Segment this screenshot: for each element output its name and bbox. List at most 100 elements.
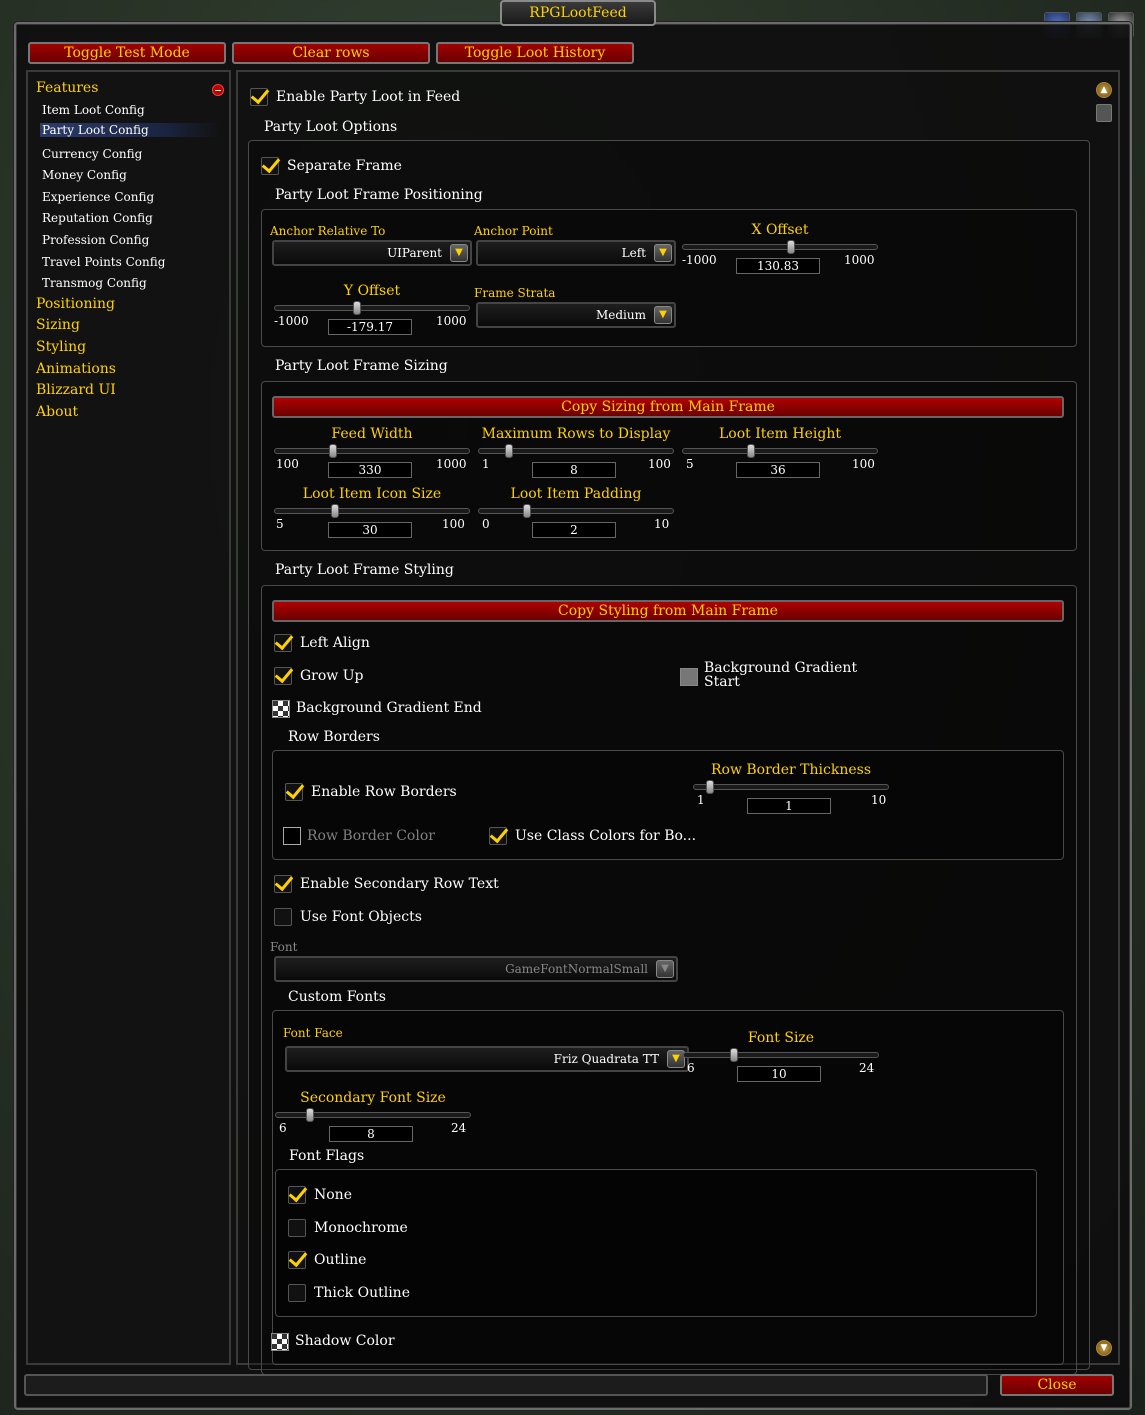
frame-strata-value: Medium [595,308,646,322]
shadow-color-label: Shadow Color [295,1333,395,1349]
grow-up-checkbox[interactable] [274,667,292,685]
enable-row-borders-checkbox[interactable] [285,783,303,801]
scroll-thumb[interactable] [1096,104,1112,122]
sidebar-item-blizzard-ui[interactable]: Blizzard UI [36,382,116,398]
anchor-relative-dropdown[interactable]: UIParent ▼ [272,240,472,266]
frame-strata-dropdown[interactable]: Medium ▼ [476,302,676,328]
dropdown-arrow-icon[interactable]: ▼ [654,244,672,262]
max-rows-slider[interactable] [478,444,674,458]
sidebar-item-party-loot[interactable]: Party Loot Config [40,123,220,137]
anchor-point-dropdown[interactable]: Left ▼ [476,240,676,266]
row-borders-heading: Row Borders [288,729,380,745]
copy-sizing-button[interactable]: Copy Sizing from Main Frame [272,396,1064,418]
slider-thumb[interactable] [730,1048,738,1062]
enable-party-loot-checkbox[interactable] [250,88,268,106]
slider-thumb[interactable] [306,1108,314,1122]
sidebar-item-reputation[interactable]: Reputation Config [42,211,153,225]
x-offset-input[interactable]: 130.83 [736,258,820,274]
icon-size-input[interactable]: 30 [328,522,412,538]
toggle-loot-history-button[interactable]: Toggle Loot History [436,42,634,64]
sidebar-item-about[interactable]: About [36,404,78,420]
row-border-thickness-slider[interactable] [693,780,889,794]
row-border-thickness-max: 10 [871,793,887,807]
flag-thick-outline-checkbox[interactable] [288,1284,306,1302]
use-class-colors-checkbox[interactable] [489,827,507,845]
icon-size-min: 5 [276,517,284,531]
slider-thumb[interactable] [787,240,795,254]
slider-thumb[interactable] [747,444,755,458]
slider-thumb[interactable] [329,444,337,458]
dropdown-arrow-icon[interactable]: ▼ [667,1050,685,1068]
flag-outline-checkbox[interactable] [288,1251,306,1269]
slider-thumb[interactable] [331,504,339,518]
feed-width-input[interactable]: 330 [328,462,412,478]
sidebar-item-sizing[interactable]: Sizing [36,317,80,333]
padding-slider[interactable] [478,504,674,518]
flag-monochrome-label: Monochrome [314,1220,408,1236]
slider-thumb[interactable] [706,780,714,794]
item-height-input[interactable]: 36 [736,462,820,478]
left-align-checkbox[interactable] [274,634,292,652]
row-border-color-swatch[interactable] [283,827,301,845]
separate-frame-checkbox[interactable] [261,157,279,175]
sidebar-item-transmog[interactable]: Transmog Config [42,276,147,290]
scroll-down-icon[interactable]: ▼ [1096,1340,1112,1356]
sidebar-item-travel-points[interactable]: Travel Points Config [42,255,165,269]
scrollbar[interactable]: ▲ ▼ [1096,82,1112,1357]
dropdown-arrow-icon[interactable]: ▼ [450,244,468,262]
feed-width-max: 1000 [436,457,467,471]
sidebar-item-positioning[interactable]: Positioning [36,296,115,312]
use-font-objects-checkbox[interactable] [274,908,292,926]
sidebar-item-money[interactable]: Money Config [42,168,127,182]
secondary-font-size-input[interactable]: 8 [329,1126,413,1142]
positioning-heading: Party Loot Frame Positioning [275,187,483,203]
x-offset-slider[interactable] [682,240,878,254]
bg-gradient-end-swatch[interactable] [272,700,290,718]
padding-input[interactable]: 2 [532,522,616,538]
font-size-input[interactable]: 10 [737,1066,821,1082]
dropdown-arrow-icon[interactable]: ▼ [656,960,674,978]
enable-row-borders-label: Enable Row Borders [311,784,457,800]
collapse-icon[interactable] [212,84,224,96]
item-height-slider[interactable] [682,444,878,458]
bg-gradient-start-swatch[interactable] [680,668,698,686]
y-offset-slider[interactable] [274,301,470,315]
dropdown-arrow-icon[interactable]: ▼ [654,306,672,324]
secondary-font-size-slider[interactable] [275,1108,471,1122]
font-size-max: 24 [859,1061,875,1075]
sidebar-item-styling[interactable]: Styling [36,339,86,355]
font-size-slider[interactable] [683,1048,879,1062]
flag-monochrome-checkbox[interactable] [288,1219,306,1237]
sidebar-item-item-loot[interactable]: Item Loot Config [42,103,145,117]
status-bar [24,1374,988,1396]
font-flags-heading: Font Flags [289,1148,365,1164]
flag-none-checkbox[interactable] [288,1186,306,1204]
scroll-up-icon[interactable]: ▲ [1096,82,1112,98]
feed-width-slider[interactable] [274,444,470,458]
use-class-colors-label: Use Class Colors for Bo... [515,828,697,844]
close-button[interactable]: Close [1000,1374,1114,1396]
slider-thumb[interactable] [353,301,361,315]
enable-secondary-text-checkbox[interactable] [274,875,292,893]
bg-gradient-start-label: Background Gradient Start [704,660,858,690]
clear-rows-button[interactable]: Clear rows [232,42,430,64]
window-title[interactable]: RPGLootFeed [500,0,656,26]
toggle-test-mode-button[interactable]: Toggle Test Mode [28,42,226,64]
sidebar-item-animations[interactable]: Animations [36,361,116,377]
copy-styling-button[interactable]: Copy Styling from Main Frame [272,600,1064,622]
grow-up-label: Grow Up [300,668,364,684]
icon-size-slider[interactable] [274,504,470,518]
y-offset-input[interactable]: -179.17 [328,319,412,335]
row-border-thickness-input[interactable]: 1 [747,798,831,814]
slider-thumb[interactable] [523,504,531,518]
y-offset-min: -1000 [274,314,309,328]
sidebar-item-currency[interactable]: Currency Config [42,147,142,161]
sidebar-item-features[interactable]: Features [36,80,98,96]
sidebar-item-profession[interactable]: Profession Config [42,233,149,247]
slider-thumb[interactable] [505,444,513,458]
font-dropdown[interactable]: GameFontNormalSmall ▼ [274,956,678,982]
max-rows-input[interactable]: 8 [532,462,616,478]
font-face-dropdown[interactable]: Friz Quadrata TT ▼ [285,1046,689,1072]
sidebar-item-experience[interactable]: Experience Config [42,190,154,204]
shadow-color-swatch[interactable] [271,1333,289,1351]
